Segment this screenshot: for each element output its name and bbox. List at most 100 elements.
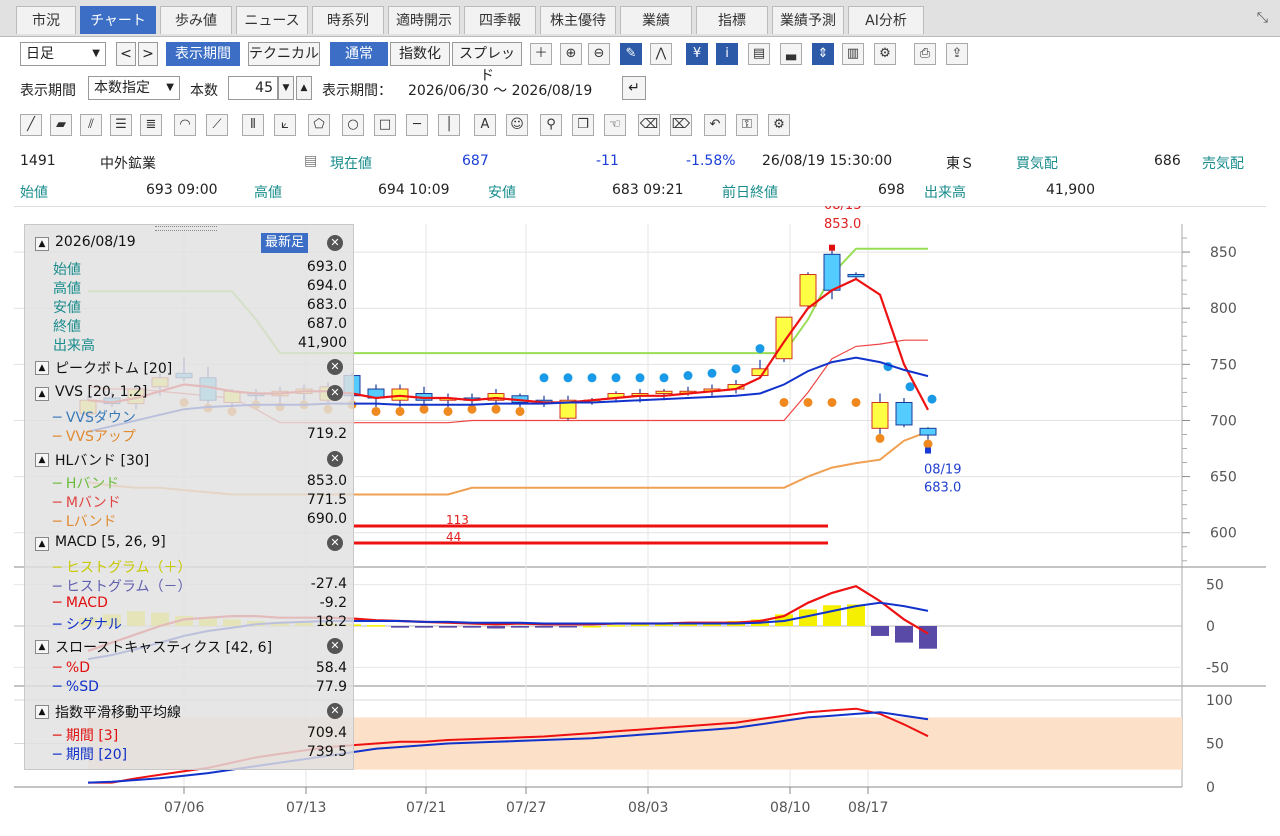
info-icon[interactable]: i [716,43,738,65]
mband-row: ─ Mバンド 771.5 [53,492,347,511]
pentagon-icon[interactable]: ⬠ [308,114,330,136]
vvs-dot [659,373,669,383]
lock-icon[interactable]: ⚿ [736,114,758,136]
memo-icon[interactable]: ▤ [304,153,317,169]
index-button[interactable]: 指数化 [390,42,450,66]
crosshair-icon[interactable]: ＋ [530,43,552,65]
ema20-value: 739.5 [306,744,347,760]
trendline-icon[interactable]: ╱ [20,114,42,136]
line-tool-icon[interactable]: ⋀ [650,43,672,65]
tab-indicators[interactable]: 指標 [696,6,768,34]
current-label: 現在値 [330,156,372,172]
tab-forecast[interactable]: 業績予測 [772,6,844,34]
tab-news[interactable]: ニュース [236,6,308,34]
technical-button[interactable]: テクニカル [248,42,320,66]
gear-icon[interactable]: ⚙ [768,114,790,136]
emoji-icon[interactable]: ☺ [506,114,528,136]
copy-icon[interactable]: ❐ [572,114,594,136]
collapse-icon[interactable]: ▲ [35,537,49,551]
chart-type-icon[interactable]: ▥ [842,43,864,65]
hline-icon[interactable]: ─ [406,114,428,136]
yen-icon[interactable]: ¥ [686,43,708,65]
parallel-icon[interactable]: ⫽ [80,114,102,136]
newest-button[interactable]: 最新足 [261,233,309,253]
collapse-icon[interactable]: ▲ [35,361,49,375]
close-icon[interactable]: ✕ [327,535,343,551]
vvs-dot [851,397,861,407]
count-input[interactable]: 45 [228,76,278,100]
macd-histogram-bar [367,625,385,627]
fan-icon[interactable]: ⟋ [206,114,228,136]
eraser-icon[interactable]: ⌫ [638,114,660,136]
export-icon[interactable]: ⇪ [946,43,968,65]
restore-icon[interactable]: ⤡ [1257,10,1268,26]
macd-tick-label: 0 [1206,619,1215,635]
collapse-icon[interactable]: ▲ [35,705,49,719]
tab-ticks[interactable]: 歩み値 [160,6,232,34]
circle-icon[interactable]: ○ [342,114,364,136]
vvs-dot [491,404,501,414]
macd-histogram-bar [463,626,481,628]
tab-chart[interactable]: チャート [80,6,156,34]
next-button[interactable]: > [138,42,158,66]
vlines-icon[interactable]: ⦀ [242,114,264,136]
close-icon[interactable]: ✕ [327,359,343,375]
display-period-button[interactable]: 表示期間 [166,42,240,66]
ema20-row: ─ 期間 [20] 739.5 [53,744,347,763]
candle-body [391,388,409,401]
close-icon[interactable]: ✕ [327,385,343,401]
period-select[interactable]: 日足 ▼ [20,42,106,66]
prev-button[interactable]: < [116,42,136,66]
collapse-icon[interactable]: ▲ [35,640,49,654]
indicator-panel[interactable]: ▲ 2026/08/19 ✕ 最新足 始値 693.0 高値 694.0 安値 683… [24,224,354,770]
settings-icon[interactable]: ⚙ [874,43,896,65]
tab-benefits[interactable]: 株主優待 [540,6,616,34]
stoch-tick-label: 0 [1206,780,1215,796]
close-icon[interactable]: ✕ [327,235,343,251]
close-icon[interactable]: ✕ [327,703,343,719]
text-icon[interactable]: A [474,114,496,136]
auto-icon[interactable]: ⇕ [812,43,834,65]
candle-body [847,274,865,278]
rectangle-icon[interactable]: □ [374,114,396,136]
gann-icon[interactable]: ⟀ [274,114,296,136]
volume-icon[interactable]: ▃ [780,43,802,65]
drag-handle[interactable] [155,226,217,231]
tab-disclosure[interactable]: 適時開示 [388,6,460,34]
tab-timeseries[interactable]: 時系列 [312,6,384,34]
channel-icon[interactable]: ▰ [50,114,72,136]
zoom-in-icon[interactable]: ⊕ [560,43,582,65]
spread-button[interactable]: スプレッド [452,42,522,84]
normal-button[interactable]: 通常 [330,42,388,66]
zoom-out-icon[interactable]: ⊖ [588,43,610,65]
collapse-icon[interactable]: ▲ [35,453,49,467]
collapse-icon[interactable]: ▲ [35,237,49,251]
return-button[interactable]: ↵ [622,76,646,100]
tab-shikiho[interactable]: 四季報 [464,6,536,34]
vvs-dot [539,373,549,383]
collapse-icon[interactable]: ▲ [35,387,49,401]
hand-icon[interactable]: ☜ [604,114,626,136]
fib-icon[interactable]: ≣ [140,114,162,136]
close-icon[interactable]: ✕ [327,638,343,654]
hl-title: HLバンド [30] [55,453,150,469]
ema3-value: 709.4 [306,725,347,741]
print-icon[interactable]: ⎙ [914,43,936,65]
stamp-icon[interactable]: ⚲ [540,114,562,136]
pencil-icon[interactable]: ✎ [620,43,642,65]
tab-ai[interactable]: AI分析 [848,6,924,34]
tab-market[interactable]: 市況 [16,6,76,34]
mode-select[interactable]: 本数指定 ▼ [88,76,180,100]
hlines-icon[interactable]: ☰ [110,114,132,136]
undo-icon[interactable]: ↶ [704,114,726,136]
peak-marker [829,244,835,251]
count-down-button[interactable]: ▼ [278,76,294,100]
vline-icon[interactable]: │ [438,114,460,136]
count-up-button[interactable]: ▲ [296,76,312,100]
stock-code: 1491 [20,153,56,169]
eraser-all-icon[interactable]: ⌦ [670,114,692,136]
close-icon[interactable]: ✕ [327,451,343,467]
my-chart-icon[interactable]: ▤ [748,43,770,65]
arc-icon[interactable]: ◠ [174,114,196,136]
tab-results[interactable]: 業績 [620,6,692,34]
